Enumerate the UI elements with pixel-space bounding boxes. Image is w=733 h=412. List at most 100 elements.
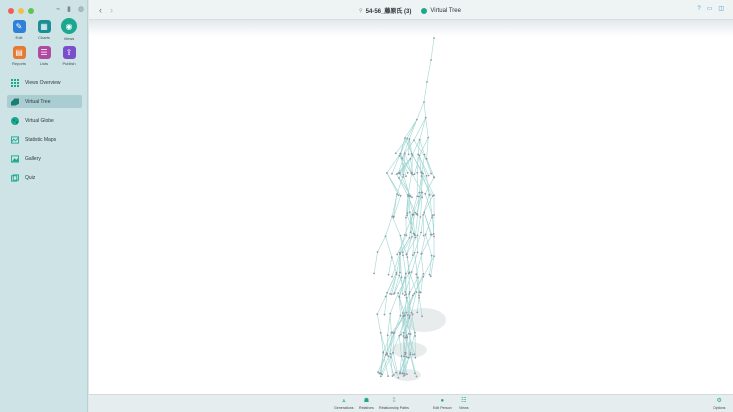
tree-person-node[interactable] <box>403 152 406 155</box>
generations-button[interactable]: ⩓ Generations <box>334 397 354 410</box>
tree-person-node[interactable] <box>397 194 400 197</box>
tree-person-node[interactable] <box>398 177 400 179</box>
sidebar-item-virtual-tree[interactable]: Virtual Tree <box>7 95 82 108</box>
tree-person-node[interactable] <box>401 372 403 375</box>
tree-person-node[interactable] <box>428 273 431 276</box>
tree-person-node[interactable] <box>417 153 420 156</box>
tree-person-node[interactable] <box>416 311 419 314</box>
tree-person-node[interactable] <box>415 118 418 121</box>
tree-person-node[interactable] <box>416 276 419 279</box>
tree-person-node[interactable] <box>403 233 406 236</box>
tree-person-node[interactable] <box>386 291 388 294</box>
tree-person-node[interactable] <box>408 138 411 140</box>
tree-person-node[interactable] <box>408 315 411 317</box>
tree-person-node[interactable] <box>402 254 404 257</box>
tree-person-node[interactable] <box>433 235 435 238</box>
tile-reports[interactable]: ▤ Reports <box>7 46 31 66</box>
relationship-paths-button[interactable]: ⁞⁞ Relationship Paths <box>379 397 409 410</box>
tree-person-node[interactable] <box>414 236 417 239</box>
tree-person-node[interactable] <box>408 236 411 239</box>
tree-person-node[interactable] <box>423 101 425 103</box>
tree-person-node[interactable] <box>425 157 428 160</box>
tree-person-node[interactable] <box>415 291 418 293</box>
tree-person-node[interactable] <box>416 251 419 254</box>
tree-person-node[interactable] <box>410 271 413 273</box>
tree-person-node[interactable] <box>389 352 392 355</box>
tree-person-node[interactable] <box>395 371 397 374</box>
tree-person-node[interactable] <box>427 136 430 139</box>
tree-person-node[interactable] <box>398 274 401 277</box>
tree-person-node[interactable] <box>413 353 416 356</box>
options-button[interactable]: ⚙ Options <box>713 397 725 410</box>
tree-person-node[interactable] <box>373 272 375 275</box>
tree-person-node[interactable] <box>424 192 427 195</box>
tree-person-node[interactable] <box>430 172 433 175</box>
tree-person-node[interactable] <box>389 312 392 315</box>
tree-person-node[interactable] <box>422 273 425 275</box>
tree-person-node[interactable] <box>410 152 413 155</box>
tree-person-node[interactable] <box>403 314 406 317</box>
tree-person-node[interactable] <box>414 335 417 337</box>
tree-person-node[interactable] <box>405 311 408 314</box>
tree-person-node[interactable] <box>413 292 416 295</box>
tree-person-node[interactable] <box>421 315 424 318</box>
tree-person-node[interactable] <box>400 276 403 279</box>
tree-person-node[interactable] <box>384 295 387 298</box>
tree-person-node[interactable] <box>403 372 406 375</box>
sidebar-item-statistic-maps[interactable]: Statistic Maps <box>7 133 82 146</box>
tree-person-node[interactable] <box>420 172 423 174</box>
tree-person-node[interactable] <box>396 253 399 256</box>
relatives-button[interactable]: ☗ Relatives <box>359 397 374 410</box>
tree-person-node[interactable] <box>409 231 412 234</box>
tree-person-node[interactable] <box>422 214 425 216</box>
tree-person-node[interactable] <box>400 355 403 358</box>
tree-person-node[interactable] <box>424 116 427 119</box>
tree-person-node[interactable] <box>413 234 416 237</box>
tree-person-node[interactable] <box>386 172 388 174</box>
tree-person-node[interactable] <box>400 333 402 336</box>
tree-person-node[interactable] <box>418 191 421 194</box>
tree-person-node[interactable] <box>402 173 405 176</box>
sidebar-item-views-overview[interactable]: Views Overview <box>7 76 82 89</box>
close-window-button[interactable] <box>8 8 14 14</box>
tree-person-node[interactable] <box>412 213 415 216</box>
tree-person-node[interactable] <box>399 271 401 274</box>
tree-person-node[interactable] <box>427 174 430 177</box>
tree-person-node[interactable] <box>419 216 422 218</box>
tree-person-node[interactable] <box>405 252 408 255</box>
tree-person-node[interactable] <box>406 314 409 316</box>
tree-person-node[interactable] <box>398 251 401 254</box>
tree-person-node[interactable] <box>414 356 417 359</box>
help-icon[interactable]: ? <box>697 6 700 13</box>
tree-person-node[interactable] <box>409 195 412 198</box>
tree-person-node[interactable] <box>405 296 408 299</box>
tree-person-node[interactable] <box>418 138 421 141</box>
tree-person-node[interactable] <box>423 211 426 214</box>
tree-person-node[interactable] <box>416 195 419 198</box>
tree-person-node[interactable] <box>406 256 409 258</box>
tree-person-node[interactable] <box>415 273 418 276</box>
tree-person-node[interactable] <box>426 81 428 83</box>
tree-person-node[interactable] <box>401 157 403 160</box>
bookmark-icon[interactable]: ▮ <box>67 6 73 13</box>
tree-person-node[interactable] <box>433 37 435 39</box>
tree-person-node[interactable] <box>433 176 435 179</box>
tree-person-node[interactable] <box>402 312 404 314</box>
tree-person-node[interactable] <box>403 294 406 297</box>
tree-person-node[interactable] <box>432 232 435 235</box>
tree-person-node[interactable] <box>402 176 405 178</box>
tree-person-node[interactable] <box>395 273 398 276</box>
tree-person-node[interactable] <box>402 375 405 377</box>
back-arrow-icon[interactable]: ‹ <box>99 5 102 15</box>
tree-person-node[interactable] <box>383 313 386 316</box>
tree-person-node[interactable] <box>429 233 432 236</box>
tree-person-node[interactable] <box>425 174 428 177</box>
tree-person-node[interactable] <box>420 175 423 178</box>
tree-person-node[interactable] <box>406 373 408 375</box>
sidebar-item-gallery[interactable]: Gallery <box>7 152 82 165</box>
tree-person-node[interactable] <box>395 173 398 176</box>
tree-person-node[interactable] <box>379 331 382 334</box>
tree-person-node[interactable] <box>399 194 402 197</box>
tree-person-node[interactable] <box>405 355 408 358</box>
tree-person-node[interactable] <box>411 353 414 356</box>
